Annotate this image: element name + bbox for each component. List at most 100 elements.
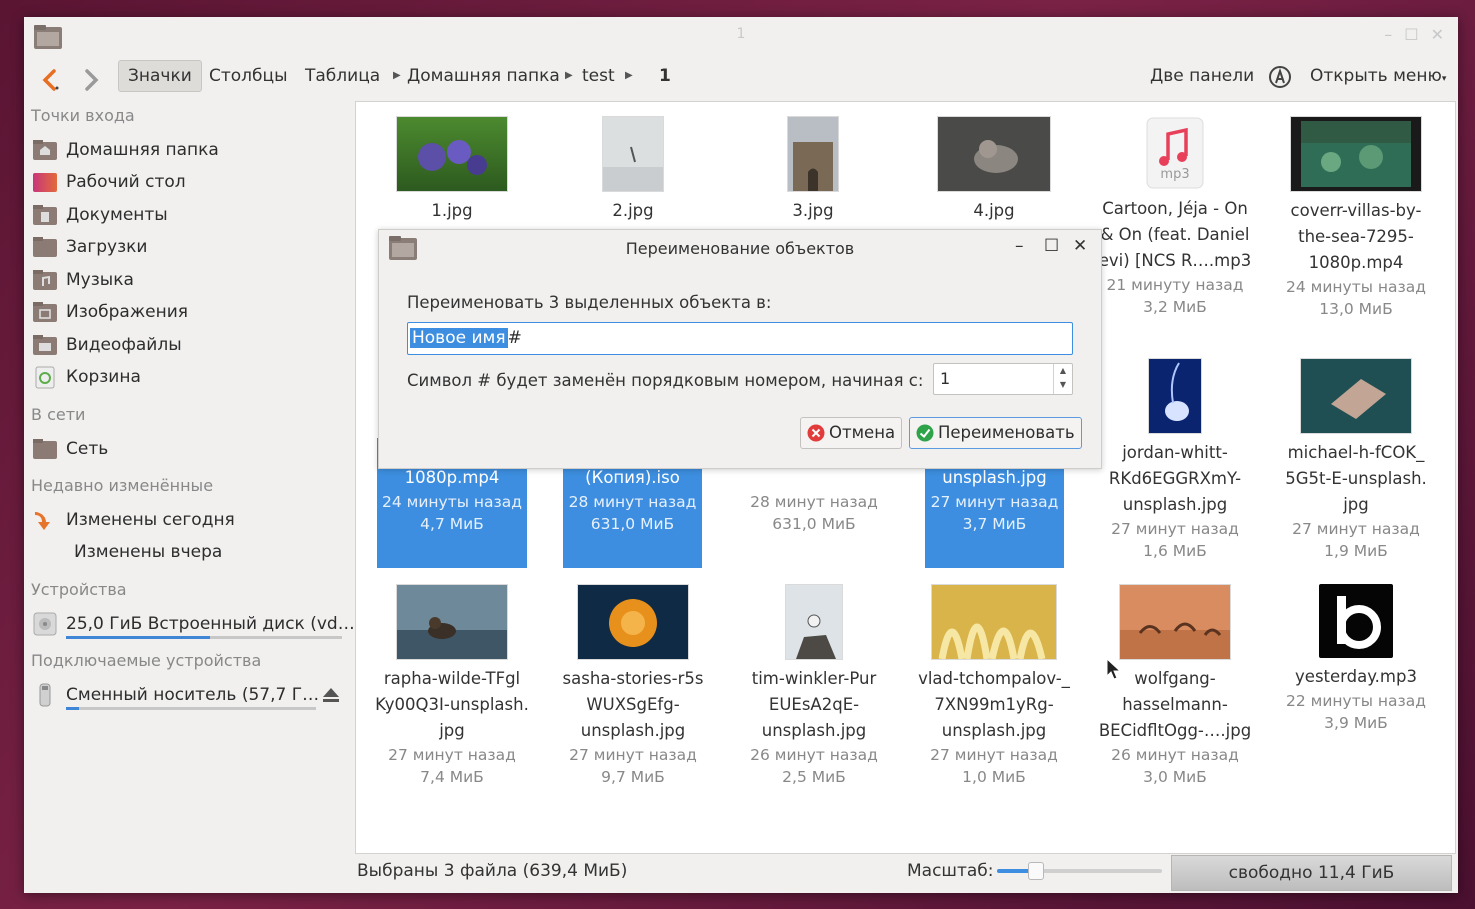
file-size: 1,0 МиБ — [962, 768, 1026, 786]
network-folder-icon — [33, 439, 57, 459]
file-item[interactable]: 3.jpg — [728, 116, 898, 224]
file-item[interactable]: mp3 Cartoon, Jéja - On & On (feat. Danie… — [1090, 116, 1260, 318]
file-size: 3,7 МиБ — [962, 515, 1027, 533]
maximize-icon[interactable]: ☐ — [1044, 236, 1059, 256]
image-thumbnail — [931, 584, 1057, 660]
pictures-folder-icon — [33, 302, 57, 322]
file-time: 24 минуты назад — [1285, 278, 1426, 296]
file-name: 2.jpg — [612, 201, 654, 220]
rename-button[interactable]: Переименовать — [909, 417, 1082, 449]
file-name: 4.jpg — [973, 201, 1015, 220]
view-icons-button[interactable]: Значки — [118, 60, 202, 92]
eject-icon[interactable] — [321, 686, 341, 704]
file-time: 27 минут назад — [569, 746, 697, 764]
free-space-indicator: свободно 11,4 ГиБ — [1171, 855, 1452, 891]
open-menu-button[interactable]: Открыть меню▾ — [1310, 60, 1446, 92]
close-icon[interactable]: ✕ — [1431, 25, 1444, 44]
minimize-icon[interactable]: – — [1384, 25, 1392, 44]
file-item[interactable]: wolfgang- hasselmann- BECidfltOgg-….jpg … — [1090, 584, 1260, 788]
file-name: Cartoon, Jéja - On & On (feat. Daniel ev… — [1098, 199, 1252, 270]
image-thumbnail — [1119, 584, 1231, 660]
file-name: rapha-wilde-TFgl Ky00Q3I-unsplash. jpg — [375, 669, 529, 740]
file-time: 22 минуты назад — [1285, 692, 1426, 710]
minimize-icon[interactable]: – — [1015, 236, 1024, 256]
sidebar-item-modified-yesterday[interactable]: Изменены вчера — [66, 538, 222, 566]
status-bar: Выбраны 3 файла (639,4 МиБ) Масштаб: сво… — [355, 855, 1454, 891]
file-size: 631,0 МиБ — [772, 515, 856, 533]
zoom-slider-handle[interactable] — [1027, 862, 1044, 880]
sidebar-item-videos[interactable]: Видеофайлы — [32, 331, 182, 359]
file-name: vlad-tchompalov-_ 7XN99m1yRg- unsplash.j… — [918, 669, 1070, 740]
start-number-spinner[interactable]: 1 ▲ ▼ — [933, 363, 1073, 395]
hard-disk-icon — [33, 612, 57, 636]
back-arrow-icon[interactable] — [38, 64, 64, 96]
new-name-input[interactable]: Новое имя # — [407, 322, 1073, 355]
file-name: yesterday.mp3 — [1295, 667, 1417, 686]
sidebar-item-downloads[interactable]: Загрузки — [32, 233, 147, 261]
image-thumbnail — [937, 116, 1051, 192]
audio-file-icon: mp3 — [1146, 117, 1204, 189]
file-size: 1,9 МиБ — [1324, 542, 1388, 560]
file-item[interactable]: sasha-stories-r5s WUXSgEfg- unsplash.jpg… — [548, 584, 718, 788]
file-item[interactable]: rapha-wilde-TFgl Ky00Q3I-unsplash. jpg 2… — [367, 584, 537, 788]
dialog-title: Переименование объектов — [625, 239, 855, 258]
sidebar-item-documents[interactable]: Документы — [32, 201, 168, 229]
sidebar-item-removable[interactable]: Сменный носитель (57,7 Г… — [32, 681, 319, 709]
file-item[interactable]: tim-winkler-Pur EUEsA2qE- unsplash.jpg 2… — [729, 584, 899, 788]
sidebar-item-network[interactable]: Сеть — [32, 435, 108, 463]
rename-prompt: Переименовать 3 выделенных объекта в: — [407, 293, 772, 312]
svg-text:mp3: mp3 — [1160, 167, 1189, 182]
spinner-arrows-icon[interactable]: ▲ ▼ — [1053, 364, 1072, 394]
usb-drive-icon — [39, 683, 51, 707]
file-item[interactable]: coverr-villas-by- the-sea-7295- 1080p.mp… — [1271, 116, 1441, 320]
sidebar-item-home[interactable]: Домашняя папка — [32, 136, 219, 164]
search-icon[interactable] — [1267, 62, 1295, 94]
file-item[interactable]: vlad-tchompalov-_ 7XN99m1yRg- unsplash.j… — [909, 584, 1079, 788]
image-thumbnail — [1300, 358, 1412, 434]
file-time: 27 минут назад — [930, 746, 1058, 764]
view-columns-button[interactable]: Столбцы — [209, 60, 288, 92]
desktop-folder-icon — [33, 173, 57, 192]
sidebar-item-desktop[interactable]: Рабочий стол — [32, 168, 186, 196]
file-time: 27 минут назад — [388, 746, 516, 764]
image-thumbnail — [577, 584, 689, 660]
view-table-button[interactable]: Таблица — [305, 60, 380, 92]
file-time: 26 минут назад — [1111, 746, 1239, 764]
file-time: 28 минут назад — [568, 493, 697, 511]
breadcrumb-current[interactable]: 1 — [659, 60, 671, 92]
start-number-value: 1 — [940, 369, 951, 388]
sidebar-item-music[interactable]: Музыка — [32, 266, 134, 294]
close-icon[interactable]: ✕ — [1073, 236, 1087, 256]
file-item[interactable]: michael-h-fCOK_ 5G5t-E-unsplash. jpg 27 … — [1271, 358, 1441, 562]
forward-arrow-icon[interactable] — [80, 64, 102, 96]
music-folder-icon — [33, 270, 57, 290]
file-item[interactable]: 1.jpg — [367, 116, 537, 224]
cancel-button[interactable]: Отмена — [800, 417, 903, 449]
maximize-icon[interactable]: ☐ — [1404, 25, 1418, 44]
breadcrumb-chevron-icon: ▶ — [393, 70, 401, 81]
file-size: 3,2 МиБ — [1143, 298, 1207, 316]
sidebar-item-modified-today[interactable]: Изменены сегодня — [32, 506, 235, 534]
sidebar-item-trash[interactable]: Корзина — [32, 363, 141, 391]
file-name: jordan-whitt- RKd6EGGRXmY- unsplash.jpg — [1108, 443, 1242, 514]
zoom-slider[interactable] — [997, 862, 1162, 880]
file-time: 24 минуты назад — [381, 493, 522, 511]
sidebar-heading-removable: Подключаемые устройства — [31, 651, 262, 670]
audio-cover-icon — [1319, 584, 1393, 658]
sidebar-item-internal-disk[interactable]: 25,0 ГиБ Встроенный диск (vd… — [32, 610, 355, 638]
file-item[interactable]: 2.jpg — [548, 116, 718, 224]
file-item[interactable]: jordan-whitt- RKd6EGGRXmY- unsplash.jpg … — [1090, 358, 1260, 562]
image-thumbnail — [396, 116, 508, 192]
file-item[interactable]: 4.jpg — [909, 116, 1079, 224]
breadcrumb-home[interactable]: Домашняя папка — [407, 60, 560, 92]
image-thumbnail — [787, 116, 839, 192]
file-name: coverr-villas-by- the-sea-7295- 1080p.mp… — [1290, 201, 1422, 272]
dual-pane-button[interactable]: Две панели — [1150, 60, 1254, 92]
image-thumbnail — [396, 584, 508, 660]
sidebar-item-pictures[interactable]: Изображения — [32, 298, 188, 326]
trash-icon — [35, 366, 55, 389]
breadcrumb-test[interactable]: test — [582, 60, 615, 92]
file-item[interactable]: yesterday.mp3 22 минуты назад 3,9 МиБ — [1271, 584, 1441, 734]
file-size: 9,7 МиБ — [601, 768, 665, 786]
selection-status: Выбраны 3 файла (639,4 МиБ) — [357, 861, 628, 881]
